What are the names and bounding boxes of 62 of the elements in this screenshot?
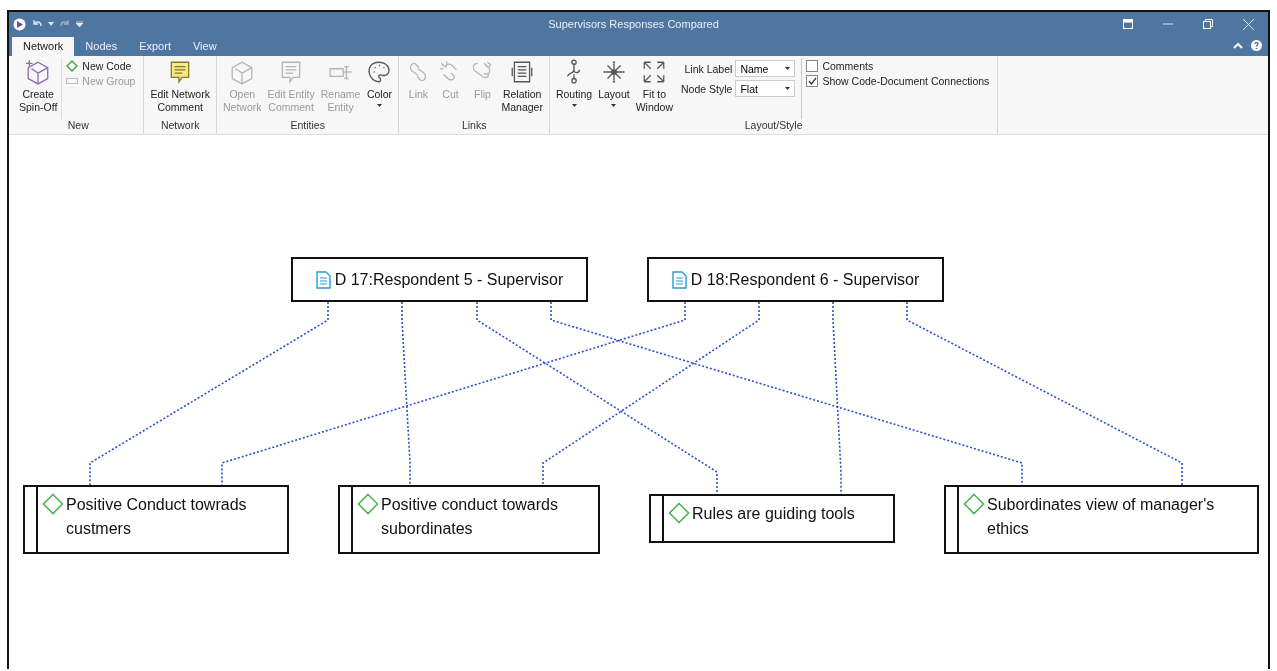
ribbon-button[interactable]: Fit to Window xyxy=(633,58,675,119)
restore-icon[interactable] xyxy=(1203,19,1213,29)
document-node[interactable]: D 17:Respondent 5 - Supervisor xyxy=(291,257,588,302)
diamond-icon xyxy=(668,502,690,524)
code-node[interactable]: Rules are guiding tools xyxy=(649,494,895,543)
ribbon-tab[interactable]: Nodes xyxy=(74,37,129,56)
help-icon[interactable] xyxy=(1251,40,1262,51)
ribbon-button[interactable]: Create Spin-Off xyxy=(17,58,60,119)
link-line[interactable] xyxy=(476,301,718,495)
customize-caret-icon[interactable] xyxy=(76,20,83,28)
group-label: Entities xyxy=(289,119,326,133)
field-label: Link Label xyxy=(684,62,733,75)
group-label: Links xyxy=(460,119,488,133)
window-title: Supervisors Responses Compared xyxy=(548,18,719,30)
ribbon-tab[interactable]: Network xyxy=(12,37,75,56)
code-node[interactable]: Positive Conduct towrads custmers xyxy=(23,485,289,554)
caret-icon xyxy=(611,103,617,107)
caret-icon xyxy=(785,67,791,70)
ribbon-display-icon[interactable] xyxy=(1123,19,1133,29)
palette-icon xyxy=(366,59,393,85)
ribbon-button[interactable]: Layout xyxy=(596,58,632,119)
dropdown-field[interactable]: Flat xyxy=(735,80,796,97)
caret-icon xyxy=(376,103,382,107)
close-icon[interactable] xyxy=(1243,18,1254,30)
ribbon-button[interactable]: Routing xyxy=(553,58,595,119)
document-icon xyxy=(315,270,331,289)
code-node[interactable]: Subordinates view of manager's ethics xyxy=(944,485,1259,554)
ribbon-button[interactable]: Color xyxy=(364,58,395,119)
code-label: Rules are guiding tools xyxy=(692,504,855,524)
document-node[interactable]: D 18:Respondent 6 - Supervisor xyxy=(647,257,944,302)
document-icon xyxy=(671,270,687,289)
caret-icon xyxy=(785,87,791,90)
code-label: Subordinates view of manager's ethics xyxy=(987,495,1216,539)
caret-icon xyxy=(571,103,577,107)
ribbon-button[interactable]: New Code xyxy=(66,60,136,72)
diamond-icon xyxy=(66,60,79,72)
code-label: Positive conduct towards subordinates xyxy=(381,495,559,539)
diamond-icon xyxy=(963,493,985,515)
checkmark-icon xyxy=(807,77,817,85)
document-label: D 18:Respondent 6 - Supervisor xyxy=(690,270,920,289)
group-icon xyxy=(66,77,79,85)
ribbon-button[interactable]: Relation Manager xyxy=(499,58,545,119)
diamond-icon xyxy=(357,493,379,515)
ribbon-button[interactable]: Edit Network Comment xyxy=(148,58,212,119)
checkbox[interactable]: Comments xyxy=(806,60,990,72)
ribbon-tab[interactable]: View xyxy=(181,37,228,56)
field-label: Node Style xyxy=(681,82,733,95)
ribbon-tab[interactable]: Export xyxy=(128,37,182,56)
diamond-icon xyxy=(42,493,64,515)
group-label: New xyxy=(66,119,90,133)
app-logo-icon[interactable] xyxy=(13,17,26,31)
group-label: Network xyxy=(159,119,201,133)
code-node[interactable]: Positive conduct towards subordinates xyxy=(338,485,600,554)
link-line[interactable] xyxy=(401,301,411,486)
code-label: Positive Conduct towrads custmers xyxy=(66,495,248,539)
group-label: Layout/Style xyxy=(743,119,804,133)
collapse-ribbon-icon[interactable] xyxy=(1233,42,1243,49)
link-line[interactable] xyxy=(832,301,842,495)
caret-icon[interactable] xyxy=(48,22,54,26)
dropdown-field[interactable]: Name xyxy=(735,60,796,77)
document-label: D 17:Respondent 5 - Supervisor xyxy=(334,270,564,289)
checkbox[interactable]: Show Code-Document Connections xyxy=(806,75,990,87)
